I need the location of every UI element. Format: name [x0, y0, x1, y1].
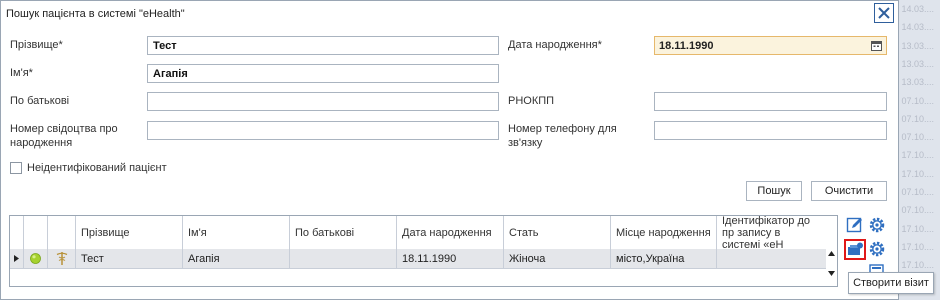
- background-list-item: 07.10....: [901, 205, 934, 216]
- background-list-item: 17.10....: [901, 241, 934, 252]
- phone-label-line2: зв'язку: [508, 137, 543, 149]
- tooltip-text: Створити візит: [853, 277, 929, 289]
- dialog-titlebar: Пошук пацієнта в системі "eHealth": [1, 1, 898, 29]
- header-birthplace-text: Місце народження: [616, 226, 711, 239]
- rnokpp-input[interactable]: [654, 92, 887, 111]
- close-button[interactable]: [874, 3, 894, 23]
- header-patronymic[interactable]: По батькові: [290, 216, 397, 249]
- settings-button-1[interactable]: [867, 215, 887, 235]
- row-pointer-icon: [14, 255, 19, 262]
- patronymic-input[interactable]: [147, 92, 499, 111]
- birth-date-value: 18.11.1990: [659, 40, 714, 52]
- header-name[interactable]: Ім'я: [183, 216, 290, 249]
- dialog-title: Пошук пацієнта в системі "eHealth": [6, 8, 185, 20]
- header-sex[interactable]: Стать: [504, 216, 611, 249]
- header-identifier[interactable]: Ідентифікатор до пр запису в системі «еН: [717, 216, 826, 249]
- grid-scrollbar[interactable]: [826, 216, 837, 286]
- header-patronymic-text: По батькові: [295, 226, 355, 239]
- background-list-item: 07.10....: [901, 113, 934, 124]
- results-grid: Прізвище Ім'я По батькові Дата народженн…: [9, 215, 838, 287]
- birth-cert-label-line1: Номер свідоцтва про: [10, 123, 118, 135]
- edit-icon: [846, 217, 862, 233]
- header-name-text: Ім'я: [188, 226, 207, 239]
- phone-label-line1: Номер телефону для: [508, 123, 617, 135]
- background-list-item: 14.03....: [901, 4, 934, 14]
- birth-date-label: Дата народження*: [508, 39, 602, 51]
- settings-button-2[interactable]: [867, 239, 887, 259]
- background-list-item: 17.10....: [901, 150, 934, 161]
- row-status: [24, 249, 48, 268]
- clear-button-label: Очистити: [824, 185, 874, 197]
- gear-icon: [869, 217, 885, 233]
- name-label: Ім'я*: [10, 67, 33, 79]
- patronymic-label: По батькові: [10, 95, 70, 107]
- background-list-item: 07.10....: [901, 187, 934, 197]
- birth-cert-input[interactable]: [147, 121, 499, 140]
- scroll-down-icon[interactable]: [828, 271, 835, 276]
- cell-birthplace: місто,Україна: [611, 249, 717, 268]
- surname-label: Прізвище*: [10, 39, 63, 51]
- surname-input[interactable]: [147, 36, 499, 55]
- header-surname[interactable]: Прізвище: [76, 216, 183, 249]
- header-birth-date[interactable]: Дата народження: [397, 216, 504, 249]
- row-type: [48, 249, 76, 268]
- background-list-item: 13.03....: [901, 58, 934, 69]
- cell-sex: Жіноча: [504, 249, 611, 268]
- name-input[interactable]: [147, 64, 499, 83]
- header-surname-text: Прізвище: [81, 226, 130, 239]
- header-sex-text: Стать: [509, 226, 539, 239]
- background-list-item: 13.03....: [901, 77, 934, 88]
- phone-input[interactable]: [654, 121, 887, 140]
- background-window-strip: 14.03.... 14.03.... 13.03.... 13.03.... 13.0…: [894, 0, 940, 300]
- background-list-item: 17.10....: [901, 223, 934, 234]
- create-visit-tooltip: Створити візит: [848, 272, 934, 294]
- gear-icon: [869, 241, 885, 257]
- edit-patient-button[interactable]: [845, 215, 865, 235]
- row-indicator: [10, 249, 24, 268]
- background-list-item: 13.03....: [901, 40, 934, 51]
- birth-date-input[interactable]: 18.11.1990: [654, 36, 887, 55]
- calendar-icon[interactable]: [871, 40, 882, 51]
- search-button-label: Пошук: [757, 185, 791, 197]
- clear-button[interactable]: Очистити: [811, 181, 887, 201]
- scroll-up-icon[interactable]: [828, 251, 835, 256]
- status-dot-icon: [30, 253, 41, 264]
- rnokpp-label: РНОКПП: [508, 95, 555, 107]
- caduceus-icon: [56, 252, 67, 265]
- create-visit-button[interactable]: [844, 239, 866, 260]
- create-visit-icon: [848, 242, 863, 255]
- header-row-indicator: [10, 216, 24, 249]
- cell-birth-date: 18.11.1990: [397, 249, 504, 268]
- patient-search-dialog: Пошук пацієнта в системі "eHealth" Прізв…: [0, 0, 899, 300]
- background-list-item: 07.10....: [901, 132, 934, 143]
- cell-surname: Тест: [76, 249, 183, 268]
- header-status: [24, 216, 48, 249]
- header-type: [48, 216, 76, 249]
- table-row[interactable]: Тест Агапія 18.11.1990 Жіноча місто,Укра…: [10, 249, 826, 269]
- background-list-item: 17.10....: [901, 168, 934, 179]
- birth-cert-label-line2: народження: [10, 137, 73, 149]
- cell-patronymic: [290, 249, 397, 268]
- search-button[interactable]: Пошук: [746, 181, 802, 201]
- grid-header: Прізвище Ім'я По батькові Дата народженн…: [10, 216, 837, 250]
- header-identifier-text: Ідентифікатор до пр запису в системі «еН: [722, 216, 811, 249]
- background-list-item: 07.10....: [901, 95, 934, 106]
- header-birthplace[interactable]: Місце народження: [611, 216, 717, 249]
- background-list-item: 14.03....: [901, 22, 934, 33]
- background-list-item: 17.10....: [901, 260, 934, 271]
- unidentified-label: Неідентифікований пацієнт: [27, 162, 167, 174]
- close-x-icon: [878, 7, 890, 19]
- header-birth-date-text: Дата народження: [402, 226, 492, 239]
- cell-name: Агапія: [183, 249, 290, 268]
- cell-identifier: [717, 249, 826, 268]
- unidentified-checkbox[interactable]: [10, 162, 22, 174]
